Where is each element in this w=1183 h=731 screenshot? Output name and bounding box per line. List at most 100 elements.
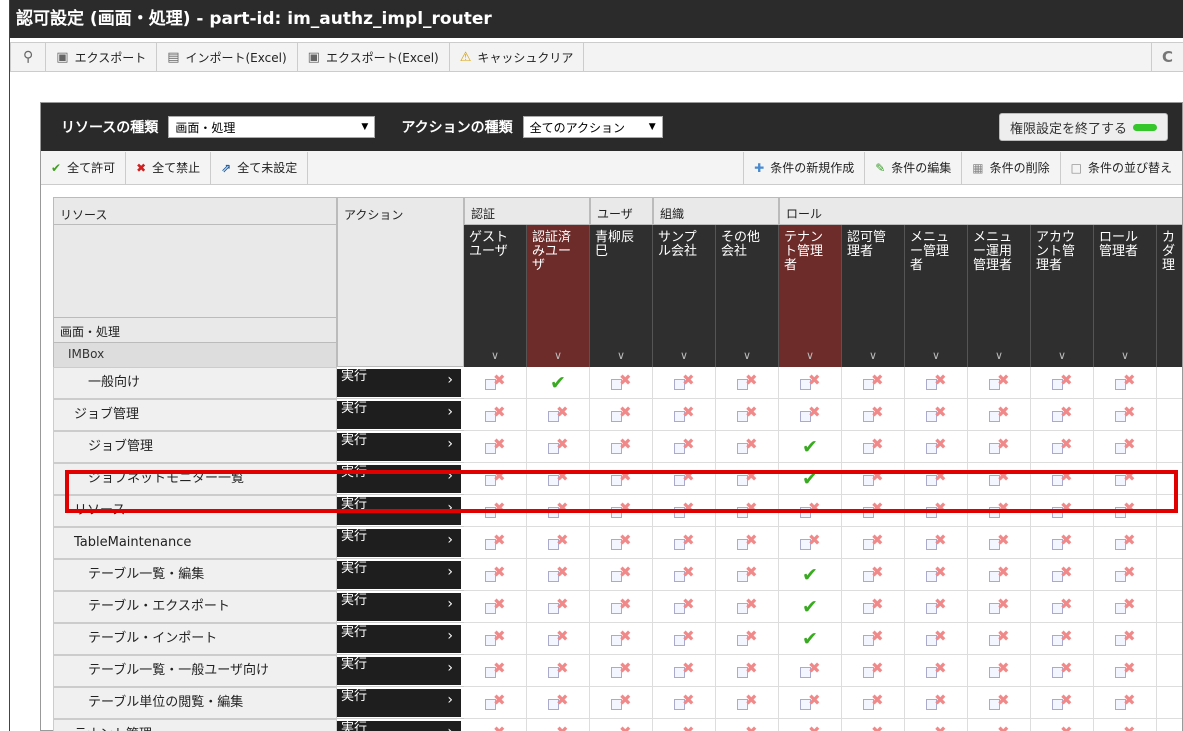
permission-cell[interactable]: □ (1157, 687, 1182, 719)
resource-name[interactable]: テーブル単位の閲覧・編集 (53, 687, 337, 719)
permission-cell[interactable]: ✔ (779, 591, 842, 623)
column-header[interactable]: 認証済 みユー ザ ∨ (527, 225, 590, 367)
permission-cell[interactable]: ✖ (968, 719, 1031, 731)
permission-cell[interactable]: ✖ (1031, 527, 1094, 559)
delete-condition-button[interactable]: ▦ 条件の削除 (962, 151, 1061, 184)
permission-cell[interactable]: ✖ (905, 719, 968, 731)
permission-cell[interactable]: ✖ (1031, 495, 1094, 527)
permission-cell[interactable]: ✔ (779, 559, 842, 591)
permission-cell[interactable]: ✖ (590, 367, 653, 399)
resource-name[interactable]: テナント管理 (53, 719, 337, 731)
action-button[interactable]: 実行 › (337, 433, 461, 461)
permission-cell[interactable]: □ (1157, 431, 1182, 463)
permission-cell[interactable]: ✖ (1094, 559, 1157, 591)
permission-cell[interactable]: ✖ (968, 687, 1031, 719)
permission-cell[interactable]: ✖ (842, 431, 905, 463)
permission-cell[interactable]: ✖ (842, 399, 905, 431)
permission-cell[interactable]: ✖ (653, 463, 716, 495)
refresh-button[interactable]: C (1150, 43, 1183, 71)
permission-cell[interactable]: ✖ (590, 399, 653, 431)
permission-cell[interactable]: □ (1157, 591, 1182, 623)
action-button[interactable]: 実行 › (337, 721, 461, 731)
permission-cell[interactable]: ✖ (527, 399, 590, 431)
permission-cell[interactable]: ✖ (842, 559, 905, 591)
action-button[interactable]: 実行 › (337, 593, 461, 621)
permission-cell[interactable]: ✖ (1094, 399, 1157, 431)
permission-cell[interactable]: □ (1157, 719, 1182, 731)
permission-cell[interactable]: ✖ (590, 655, 653, 687)
export-button[interactable]: ▣ エクスポート (46, 43, 158, 71)
permission-cell[interactable]: ✖ (842, 687, 905, 719)
action-button[interactable]: 実行 › (337, 529, 461, 557)
permission-cell[interactable]: ✖ (905, 623, 968, 655)
permission-cell[interactable]: ✖ (779, 719, 842, 731)
permission-cell[interactable]: ✖ (527, 463, 590, 495)
action-button[interactable]: 実行 › (337, 625, 461, 653)
action-button[interactable]: 実行 › (337, 465, 461, 493)
permission-cell[interactable]: ✔ (779, 463, 842, 495)
new-condition-button[interactable]: ✚ 条件の新規作成 (743, 151, 866, 184)
permission-cell[interactable]: □ (1157, 623, 1182, 655)
permission-cell[interactable]: ✖ (716, 399, 779, 431)
resource-name[interactable]: テーブル・エクスポート (53, 591, 337, 623)
search-button[interactable]: ⚲ (11, 43, 47, 71)
permission-cell[interactable]: ✖ (968, 591, 1031, 623)
permission-cell[interactable]: □ (1157, 655, 1182, 687)
permission-cell[interactable]: ✖ (1094, 527, 1157, 559)
chevron-down-icon[interactable]: ∨ (464, 349, 526, 363)
permission-cell[interactable]: ✖ (590, 431, 653, 463)
permission-cell[interactable]: ✖ (779, 495, 842, 527)
permission-cell[interactable]: ✖ (464, 559, 527, 591)
permission-cell[interactable]: ✖ (905, 495, 968, 527)
permission-cell[interactable]: ✖ (716, 591, 779, 623)
permission-cell[interactable]: ✖ (590, 687, 653, 719)
permission-cell[interactable]: ✖ (968, 367, 1031, 399)
permission-cell[interactable]: ✖ (905, 687, 968, 719)
permission-cell[interactable]: ✖ (905, 655, 968, 687)
permission-cell[interactable]: ✖ (905, 431, 968, 463)
resource-name[interactable]: テーブル・インポート (53, 623, 337, 655)
permission-cell[interactable]: □ (1157, 495, 1182, 527)
permission-cell[interactable]: ✖ (842, 591, 905, 623)
permission-cell[interactable]: ✖ (653, 559, 716, 591)
permission-cell[interactable]: ✖ (1031, 687, 1094, 719)
resource-name[interactable]: ジョブ管理 (53, 399, 337, 431)
permission-cell[interactable]: ✖ (1031, 655, 1094, 687)
permission-cell[interactable]: ✖ (1031, 719, 1094, 731)
action-type-select[interactable]: 全てのアクション ▼ (522, 116, 663, 138)
permission-cell[interactable]: ✖ (716, 367, 779, 399)
permission-cell[interactable]: ✖ (1031, 591, 1094, 623)
column-header[interactable]: アカウ ント管 理者 ∨ (1031, 225, 1094, 367)
permission-cell[interactable]: ✖ (842, 623, 905, 655)
chevron-down-icon[interactable]: ∨ (1094, 349, 1156, 363)
permission-cell[interactable]: □ (1157, 399, 1182, 431)
permission-cell[interactable]: □ (1157, 527, 1182, 559)
chevron-down-icon[interactable]: ∨ (1031, 349, 1093, 363)
allow-all-button[interactable]: ✔ 全て許可 (41, 151, 127, 184)
action-button[interactable]: 実行 › (337, 369, 461, 397)
permission-cell[interactable]: ✖ (716, 687, 779, 719)
permission-cell[interactable]: ✖ (527, 431, 590, 463)
edit-condition-button[interactable]: ✎ 条件の編集 (865, 151, 963, 184)
column-header[interactable]: ロール 管理者 ∨ (1094, 225, 1157, 367)
chevron-down-icon[interactable]: ∨ (716, 349, 778, 363)
permission-cell[interactable]: ✖ (653, 399, 716, 431)
end-authz-button[interactable]: 権限設定を終了する (998, 113, 1168, 141)
permission-cell[interactable]: ✖ (653, 687, 716, 719)
permission-cell[interactable]: ✖ (464, 655, 527, 687)
permission-cell[interactable]: ✖ (1094, 591, 1157, 623)
permission-cell[interactable]: ✖ (779, 687, 842, 719)
permission-cell[interactable]: ✖ (716, 463, 779, 495)
sort-condition-button[interactable]: □ 条件の並び替え (1061, 152, 1182, 184)
permission-cell[interactable]: ✖ (1031, 367, 1094, 399)
column-header[interactable]: サンプ ル会社 ∨ (653, 225, 716, 367)
permission-cell[interactable]: ✖ (653, 719, 716, 731)
permission-cell[interactable]: ✖ (716, 495, 779, 527)
permission-cell[interactable]: ✖ (905, 367, 968, 399)
permission-cell[interactable]: ✖ (1094, 367, 1157, 399)
resource-name[interactable]: ジョブネットモニター一覧 (53, 463, 337, 495)
column-header[interactable]: ゲスト ユーザ ∨ (464, 225, 527, 367)
permission-cell[interactable]: ✖ (1094, 623, 1157, 655)
permission-cell[interactable]: ✖ (464, 527, 527, 559)
permission-cell[interactable]: ✖ (464, 431, 527, 463)
